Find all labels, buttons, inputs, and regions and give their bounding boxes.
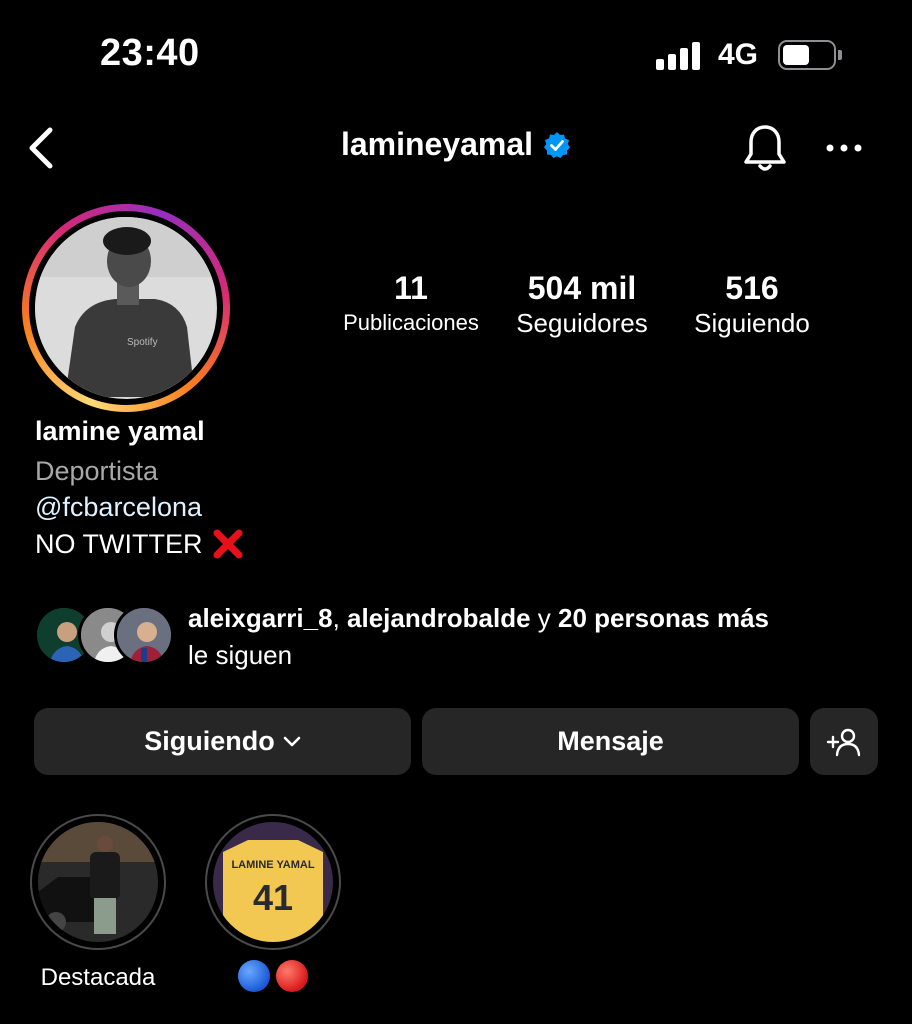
stat-followers[interactable]: 504 mil Seguidores <box>500 270 664 340</box>
mutual-followers-avatars[interactable] <box>34 605 174 667</box>
mutual-avatar-3 <box>114 605 174 665</box>
suggested-users-button[interactable] <box>810 708 878 775</box>
bio-text-content: NO TWITTER <box>35 528 203 559</box>
verified-badge-icon <box>544 131 571 158</box>
mutual-user-1: aleixgarri_8 <box>188 603 333 633</box>
profile-screen: 23:40 4G lamineyamal Spotify 11 Publicac… <box>0 0 912 1024</box>
svg-text:LAMINE YAMAL: LAMINE YAMAL <box>231 859 314 871</box>
highlight-cover-1 <box>38 822 158 942</box>
following-button-label: Siguiendo <box>144 726 275 756</box>
notifications-button[interactable] <box>740 122 790 174</box>
back-button[interactable] <box>22 124 62 172</box>
svg-text:Spotify: Spotify <box>127 337 158 348</box>
bio-mention-link[interactable]: @fcbarcelona <box>35 492 202 523</box>
posts-count: 11 <box>394 270 428 306</box>
status-time: 23:40 <box>100 32 200 74</box>
highlight-cover-2: LAMINE YAMAL 41 <box>213 822 333 942</box>
mutual-followers-text[interactable]: aleixgarri_8, alejandrobalde y 20 person… <box>188 600 888 674</box>
mutual-connector: y <box>537 603 551 633</box>
username-text: lamineyamal <box>340 126 534 162</box>
mutual-user-2: alejandrobalde <box>347 603 531 633</box>
mutual-separator: , <box>332 603 340 633</box>
highlight-label: Destacada <box>40 964 156 991</box>
followers-count: 504 mil <box>527 270 637 306</box>
mutual-suffix: le siguen <box>188 640 293 670</box>
svg-text:41: 41 <box>253 877 293 918</box>
following-count: 516 <box>725 270 779 306</box>
profile-photo: Spotify <box>35 217 215 397</box>
highlight-destacada[interactable]: Destacada <box>30 814 166 992</box>
bell-icon <box>744 125 786 171</box>
add-person-icon <box>826 728 861 756</box>
cross-mark-icon <box>213 529 243 559</box>
following-label: Siguiendo <box>694 308 810 338</box>
profile-username: lamineyamal <box>341 126 571 163</box>
mutual-others: 20 personas más <box>558 603 770 633</box>
highlight-emoji <box>238 960 308 992</box>
posts-label: Publicaciones <box>343 310 479 335</box>
chevron-down-icon <box>283 736 301 746</box>
profile-name: lamine yamal <box>35 416 205 446</box>
message-button[interactable]: Mensaje <box>422 708 799 775</box>
more-icon <box>826 144 862 152</box>
bio-text: NO TWITTER <box>35 528 244 560</box>
battery-icon <box>778 40 844 70</box>
red-circle-icon <box>276 960 308 992</box>
signal-icon <box>656 40 702 70</box>
message-button-label: Mensaje <box>557 726 664 756</box>
followers-label: Seguidores <box>516 308 648 338</box>
following-button[interactable]: Siguiendo <box>34 708 411 775</box>
blue-circle-icon <box>238 960 270 992</box>
stat-posts[interactable]: 11 Publicaciones <box>334 270 488 340</box>
stat-following[interactable]: 516 Siguiendo <box>680 270 824 340</box>
profile-avatar[interactable]: Spotify <box>22 204 230 412</box>
network-label: 4G <box>718 38 759 71</box>
more-options-button[interactable] <box>822 138 866 158</box>
highlight-jersey[interactable]: LAMINE YAMAL 41 <box>205 814 341 997</box>
chevron-left-icon <box>29 127 53 169</box>
profile-category: Deportista <box>35 456 159 486</box>
